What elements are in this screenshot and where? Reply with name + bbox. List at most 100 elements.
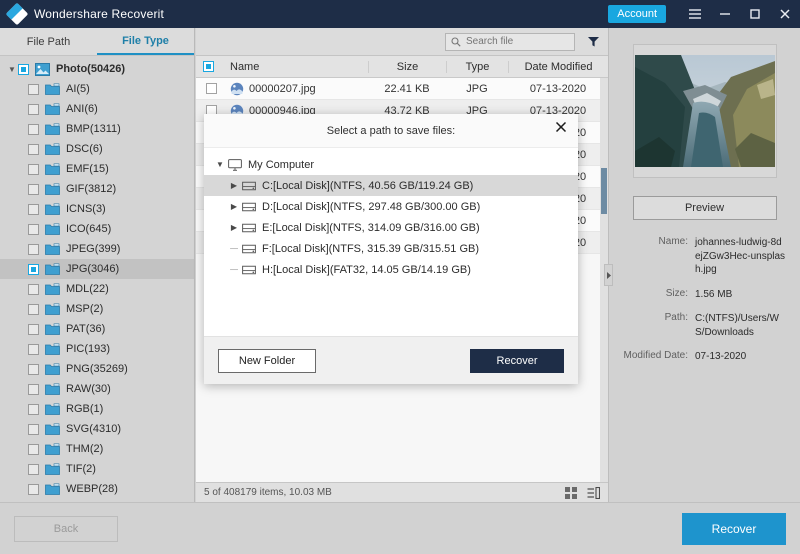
file-metadata: Name:johannes-ludwig-8dejZGw3Hec-unsplas…	[623, 236, 786, 364]
tree-label: THM(2)	[66, 443, 103, 455]
tree-row-bmp[interactable]: BMP(1311)	[0, 119, 194, 139]
path-tree-row[interactable]: ▶C:[Local Disk](NTFS, 40.56 GB/119.24 GB…	[204, 175, 578, 196]
tree-row-webp[interactable]: WEBP(28)	[0, 479, 194, 499]
path-tree-row[interactable]: ▶ D:[Local Disk](NTFS, 297.48 GB/300.00 G…	[204, 196, 578, 217]
tree-row-rgb[interactable]: RGB(1)	[0, 399, 194, 419]
path-tree-row[interactable]: ─H:[Local Disk](FAT32, 14.05 GB/14.19 GB…	[204, 259, 578, 280]
tree-row-mdl[interactable]: MDL(22)	[0, 279, 194, 299]
close-icon[interactable]	[770, 0, 800, 28]
table-row[interactable]: 00000207.jpg22.41 KBJPG07-13-2020	[196, 78, 608, 100]
checkbox-webp[interactable]	[28, 484, 39, 495]
path-tree-row[interactable]: ▶E:[Local Disk](NTFS, 314.09 GB/316.00 G…	[204, 217, 578, 238]
funnel-filter-icon[interactable]	[587, 35, 600, 48]
new-folder-button[interactable]: New Folder	[218, 349, 316, 373]
column-header-date[interactable]: Date Modified	[508, 61, 608, 73]
select-all-checkbox[interactable]	[196, 61, 226, 72]
checkbox-thm[interactable]	[28, 444, 39, 455]
tree-row-photo[interactable]: ▼ Photo(50426)	[0, 59, 194, 79]
tree-branch-line: ─	[226, 243, 242, 255]
folder-icon	[45, 203, 60, 215]
grid-view-icon[interactable]	[565, 487, 577, 499]
checkbox-gif[interactable]	[28, 184, 39, 195]
checkbox-pat[interactable]	[28, 324, 39, 335]
row-size: 22.41 KB	[368, 83, 446, 95]
column-header-name[interactable]: Name	[226, 61, 368, 73]
tree-row-ico[interactable]: ICO(645)	[0, 219, 194, 239]
tree-row-emf[interactable]: EMF(15)	[0, 159, 194, 179]
checkbox-msp[interactable]	[28, 304, 39, 315]
tree-row-raw[interactable]: RAW(30)	[0, 379, 194, 399]
tree-row-pic[interactable]: PIC(193)	[0, 339, 194, 359]
tree-row-jpeg[interactable]: JPEG(399)	[0, 239, 194, 259]
recover-button[interactable]: Recover	[682, 513, 786, 545]
tree-label: ICO(645)	[66, 223, 111, 235]
dialog-title: Select a path to save files:	[327, 125, 455, 137]
path-tree-row[interactable]: ─F:[Local Disk](NTFS, 315.39 GB/315.51 G…	[204, 238, 578, 259]
tab-file-path[interactable]: File Path	[0, 28, 97, 55]
checkbox-icns[interactable]	[28, 204, 39, 215]
tree-row-tif[interactable]: TIF(2)	[0, 459, 194, 479]
checkbox-jpg[interactable]	[28, 264, 39, 275]
app-title: Wondershare Recoverit	[34, 7, 164, 21]
maximize-icon[interactable]	[740, 0, 770, 28]
tree-row-pat[interactable]: PAT(36)	[0, 319, 194, 339]
checkbox-raw[interactable]	[28, 384, 39, 395]
minimize-icon[interactable]	[710, 0, 740, 28]
checkbox-dsc[interactable]	[28, 144, 39, 155]
checkbox-mdl[interactable]	[28, 284, 39, 295]
list-view-icon[interactable]	[587, 487, 600, 499]
checkbox-bmp[interactable]	[28, 124, 39, 135]
checkbox-tif[interactable]	[28, 464, 39, 475]
hamburger-menu-icon[interactable]	[680, 0, 710, 28]
account-button[interactable]: Account	[608, 5, 666, 23]
checkbox-rgb[interactable]	[28, 404, 39, 415]
dialog-footer: New Folder Recover	[204, 336, 578, 384]
tree-row-png[interactable]: PNG(35269)	[0, 359, 194, 379]
checkbox-png[interactable]	[28, 364, 39, 375]
column-header-size[interactable]: Size	[368, 61, 446, 73]
checkbox-pic[interactable]	[28, 344, 39, 355]
back-button[interactable]: Back	[14, 516, 118, 542]
search-input[interactable]	[466, 36, 569, 47]
chevron-down-icon[interactable]: ▼	[212, 160, 228, 169]
metadata-row: Name:johannes-ludwig-8dejZGw3Hec-unsplas…	[623, 236, 786, 277]
tab-file-type[interactable]: File Type	[97, 28, 194, 55]
tree-row-thm[interactable]: THM(2)	[0, 439, 194, 459]
tree-row-ai[interactable]: AI(5)	[0, 79, 194, 99]
tree-row-jpg[interactable]: JPG(3046)	[0, 259, 194, 279]
checkbox-jpeg[interactable]	[28, 244, 39, 255]
search-box[interactable]	[445, 33, 575, 51]
chevron-right-icon[interactable]: ▶	[226, 202, 242, 211]
checkbox-ai[interactable]	[28, 84, 39, 95]
row-checkbox[interactable]	[196, 83, 226, 94]
checkbox-ani[interactable]	[28, 104, 39, 115]
path-tree-label: D:[Local Disk](NTFS, 297.48 GB/300.00 GB…	[262, 201, 480, 213]
tree-row-svg[interactable]: SVG(4310)	[0, 419, 194, 439]
folder-icon	[45, 123, 60, 135]
tree-row-gif[interactable]: GIF(3812)	[0, 179, 194, 199]
preview-button[interactable]: Preview	[633, 196, 777, 220]
chevron-right-icon[interactable]: ▶	[226, 181, 242, 190]
tree-label: RGB(1)	[66, 403, 103, 415]
checkbox-photo[interactable]	[18, 64, 29, 75]
tree-row-msp[interactable]: MSP(2)	[0, 299, 194, 319]
checkbox-emf[interactable]	[28, 164, 39, 175]
column-header-type[interactable]: Type	[446, 61, 508, 73]
metadata-key: Path:	[623, 312, 695, 339]
scrollbar-thumb[interactable]	[601, 168, 607, 214]
path-tree-row[interactable]: ▼My Computer	[204, 154, 578, 175]
dialog-recover-button[interactable]: Recover	[470, 349, 564, 373]
checkbox-ico[interactable]	[28, 224, 39, 235]
folder-icon	[45, 463, 60, 475]
tree-row-icns[interactable]: ICNS(3)	[0, 199, 194, 219]
file-list-header: Name Size Type Date Modified	[196, 56, 608, 78]
chevron-right-icon[interactable]: ▶	[226, 223, 242, 232]
folder-icon	[45, 223, 60, 235]
close-icon[interactable]	[550, 116, 572, 138]
view-toggles	[565, 487, 600, 499]
checkbox-svg[interactable]	[28, 424, 39, 435]
tree-row-ani[interactable]: ANI(6)	[0, 99, 194, 119]
tree-row-dsc[interactable]: DSC(6)	[0, 139, 194, 159]
chevron-right-icon[interactable]	[604, 264, 613, 286]
chevron-down-icon[interactable]: ▼	[6, 65, 18, 74]
